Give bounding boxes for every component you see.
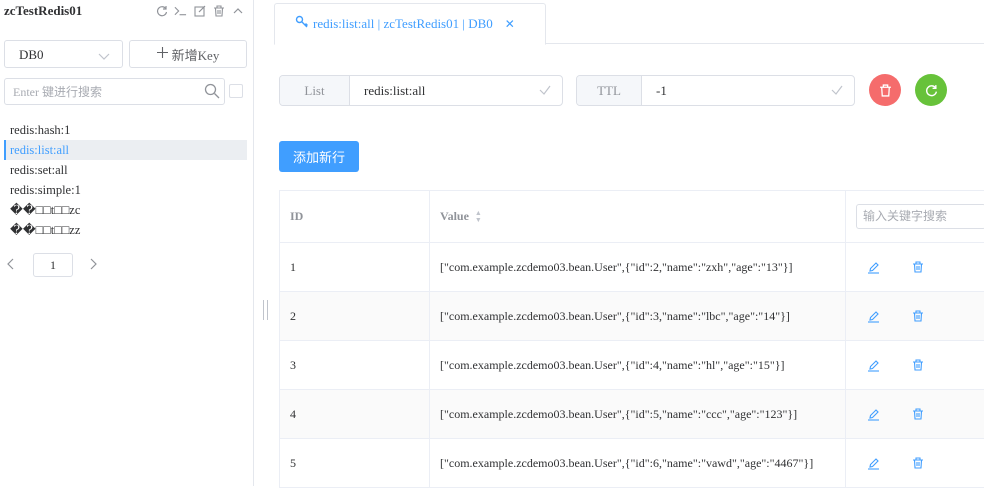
chevron-down-icon [98, 49, 110, 65]
new-key-label: 新增Key [171, 47, 220, 63]
key-icon [295, 15, 309, 33]
row-id: 5 [280, 439, 430, 487]
table-search-box [856, 204, 984, 229]
ttl-field: TTL -1 [576, 75, 855, 106]
ttl-value: -1 [656, 82, 667, 98]
key-list-item[interactable]: ��□□t□□zz [4, 220, 247, 240]
delete-icon[interactable] [911, 260, 925, 274]
edit-icon[interactable] [193, 4, 206, 17]
ttl-input[interactable]: -1 [642, 76, 854, 105]
trash-icon [879, 83, 891, 97]
table-row: 5 ["com.example.zcdemo03.bean.User",{"id… [280, 439, 984, 488]
edit-icon[interactable] [866, 456, 880, 470]
edit-icon[interactable] [866, 260, 880, 274]
key-type-label: List [280, 76, 350, 105]
key-search-box [4, 78, 225, 105]
tab-key-detail[interactable]: redis:list:all | zcTestRedis01 | DB0 ✕ [274, 3, 546, 45]
row-actions [846, 390, 984, 438]
exact-search-checkbox[interactable] [229, 84, 243, 98]
db-select-value: DB0 [19, 47, 44, 62]
key-list-item[interactable]: redis:simple:1 [4, 180, 247, 200]
delete-icon[interactable] [212, 4, 225, 17]
row-actions [846, 439, 984, 487]
table-row: 4 ["com.example.zcdemo03.bean.User",{"id… [280, 390, 984, 439]
connection-toolbar [155, 4, 244, 17]
key-list-item[interactable]: redis:set:all [4, 160, 247, 180]
key-pager: 1 [4, 253, 124, 277]
edit-icon[interactable] [866, 358, 880, 372]
row-value: ["com.example.zcdemo03.bean.User",{"id":… [430, 341, 846, 389]
connection-header[interactable]: zcTestRedis01 [4, 3, 248, 21]
check-icon[interactable] [538, 83, 552, 101]
delete-key-button[interactable] [869, 74, 901, 106]
column-header-actions [846, 191, 984, 242]
key-list-item[interactable]: ��□□t□□zc [4, 200, 247, 220]
row-id: 2 [280, 292, 430, 340]
refresh-icon[interactable] [155, 4, 168, 17]
edit-icon[interactable] [866, 407, 880, 421]
new-key-button[interactable]: 新增Key [129, 40, 247, 68]
refresh-key-button[interactable] [915, 74, 947, 106]
row-actions [846, 292, 984, 340]
key-name-input[interactable]: redis:list:all [350, 76, 562, 105]
key-type-field: List redis:list:all [279, 75, 563, 106]
table-row: 2 ["com.example.zcdemo03.bean.User",{"id… [280, 292, 984, 341]
chevron-left-icon[interactable] [6, 257, 16, 275]
delete-icon[interactable] [911, 407, 925, 421]
check-icon[interactable] [830, 83, 844, 101]
sort-icon[interactable]: ▲ ▼ [475, 209, 482, 224]
connection-title[interactable]: zcTestRedis01 [4, 3, 82, 19]
table-row: 3 ["com.example.zcdemo03.bean.User",{"id… [280, 341, 984, 390]
column-header-value[interactable]: Value ▲ ▼ [430, 191, 846, 242]
row-value: ["com.example.zcdemo03.bean.User",{"id":… [430, 243, 846, 291]
search-icon[interactable] [204, 83, 220, 103]
row-actions [846, 341, 984, 389]
chevron-right-icon[interactable] [88, 257, 98, 275]
key-search-input[interactable] [13, 83, 193, 101]
terminal-icon[interactable] [174, 4, 187, 17]
key-name-value: redis:list:all [364, 82, 426, 98]
tab-label: redis:list:all | zcTestRedis01 | DB0 [313, 16, 493, 31]
table-search-input[interactable] [863, 209, 983, 224]
edit-icon[interactable] [866, 309, 880, 323]
collapse-icon[interactable] [231, 4, 244, 17]
page-number[interactable]: 1 [33, 253, 73, 277]
delete-icon[interactable] [911, 456, 925, 470]
panel-resize-handle[interactable] [263, 300, 268, 320]
row-value: ["com.example.zcdemo03.bean.User",{"id":… [430, 390, 846, 438]
row-id: 3 [280, 341, 430, 389]
plus-icon [156, 46, 168, 62]
db-select[interactable]: DB0 [4, 40, 123, 68]
key-list-item-active[interactable]: redis:list:all [4, 140, 247, 160]
row-actions [846, 243, 984, 291]
key-list: redis:hash:1 redis:list:all redis:set:al… [4, 120, 247, 240]
row-id: 4 [280, 390, 430, 438]
close-icon[interactable]: ✕ [505, 17, 515, 32]
ttl-label: TTL [577, 76, 642, 105]
row-value: ["com.example.zcdemo03.bean.User",{"id":… [430, 439, 846, 487]
add-row-button[interactable]: 添加新行 [279, 141, 359, 172]
table-header-row: ID Value ▲ ▼ [280, 191, 984, 243]
delete-icon[interactable] [911, 358, 925, 372]
tab-bar: redis:list:all | zcTestRedis01 | DB0 ✕ [274, 0, 984, 45]
refresh-icon [925, 84, 937, 96]
delete-icon[interactable] [911, 309, 925, 323]
list-table: ID Value ▲▼ 1 ["com.example.zcdemo03.bea… [279, 190, 984, 488]
column-header-id: ID [280, 191, 430, 242]
row-id: 1 [280, 243, 430, 291]
key-list-item[interactable]: redis:hash:1 [4, 120, 247, 140]
table-row: 1 ["com.example.zcdemo03.bean.User",{"id… [280, 243, 984, 292]
row-value: ["com.example.zcdemo03.bean.User",{"id":… [430, 292, 846, 340]
sidebar: zcTestRedis01 DB0 新增Key Enter 键进行搜索 redi… [0, 0, 254, 486]
